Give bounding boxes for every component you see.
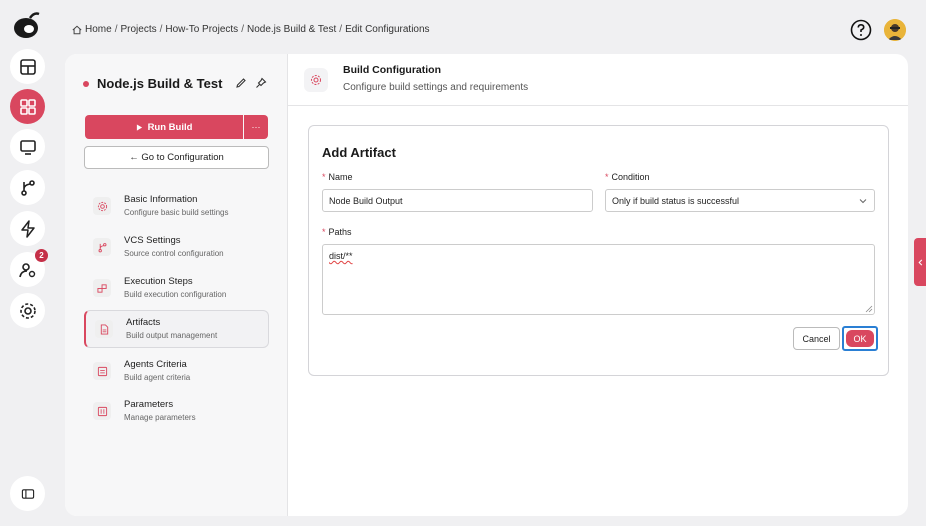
menu-item-label: Execution Steps [124, 276, 193, 287]
breadcrumb-project[interactable]: Node.js Build & Test [247, 24, 336, 35]
required-marker: * [322, 227, 326, 237]
edit-pencil-icon[interactable] [235, 76, 247, 88]
chevron-down-icon [859, 199, 867, 204]
menu-item-label: Parameters [124, 399, 174, 410]
content-header: Build Configuration Configure build sett… [288, 54, 908, 106]
status-dot [83, 80, 89, 87]
menu-item-description: Build execution configuration [124, 290, 227, 299]
menu-item-description: Source control configuration [124, 249, 224, 258]
add-artifact-card: Add Artifact * Name Node Build Output * Co… [308, 125, 889, 376]
page-subtitle: Configure build settings and requirement… [343, 82, 529, 93]
menu-item-label: Basic Information [124, 194, 198, 205]
breadcrumb-separator: / [339, 24, 343, 35]
agent-icon [93, 362, 111, 380]
paths-textarea[interactable]: dist/** [322, 244, 875, 315]
gear-icon [304, 68, 328, 92]
menu-item-label: Artifacts [126, 317, 161, 328]
breadcrumb-how-to-projects[interactable]: How-To Projects [165, 24, 238, 35]
required-marker: * [605, 172, 609, 182]
breadcrumb-separator: / [241, 24, 244, 35]
collapse-panel-tab[interactable] [914, 238, 926, 286]
agents-badge: 2 [35, 249, 48, 262]
required-marker: * [322, 172, 326, 182]
main-panel: Node.js Build & Test Run Build ··· ← Go … [65, 54, 908, 516]
user-avatar[interactable] [884, 19, 906, 41]
paths-value: dist/** [329, 251, 353, 261]
paths-field-label: * Paths [322, 227, 352, 237]
gear-icon [93, 197, 111, 215]
condition-field-label: * Condition [605, 172, 650, 182]
resize-handle-icon[interactable] [865, 305, 873, 313]
agents-icon[interactable]: 2 [10, 249, 48, 287]
home-icon[interactable] [72, 25, 82, 35]
app-logo-icon[interactable] [12, 10, 42, 40]
menu-item-basic-information[interactable]: Basic Information Configure basic build … [84, 188, 269, 226]
breadcrumb-separator: / [114, 24, 118, 35]
pin-icon[interactable] [255, 76, 267, 88]
parameters-icon [93, 402, 111, 420]
breadcrumb-home[interactable]: Home [85, 24, 112, 35]
vcs-icon[interactable] [10, 170, 45, 205]
breadcrumb-current: Edit Configurations [345, 24, 430, 35]
monitor-icon[interactable] [10, 129, 45, 164]
breadcrumb: Home / Projects / How-To Projects / Node… [72, 24, 430, 35]
name-field-value: Node Build Output [329, 195, 403, 206]
project-title: Node.js Build & Test [97, 76, 223, 91]
play-icon [136, 123, 142, 131]
config-sidebar: Node.js Build & Test Run Build ··· ← Go … [65, 54, 288, 516]
menu-item-description: Build output management [126, 331, 218, 340]
ok-button[interactable]: OK [842, 326, 878, 351]
page-title: Build Configuration [343, 64, 441, 76]
menu-item-description: Manage parameters [124, 413, 196, 422]
menu-item-vcs-settings[interactable]: VCS Settings Source control configuratio… [84, 229, 269, 267]
go-to-configuration-button[interactable]: ← Go to Configuration [84, 146, 269, 169]
run-options-button[interactable]: ··· [244, 115, 268, 139]
run-build-label: Run Build [147, 121, 193, 133]
help-icon[interactable] [850, 19, 872, 41]
branch-icon [93, 238, 111, 256]
settings-gear-icon[interactable] [10, 293, 45, 328]
name-field[interactable]: Node Build Output [322, 189, 593, 212]
menu-item-execution-steps[interactable]: Execution Steps Build execution configur… [84, 270, 269, 308]
projects-icon[interactable] [10, 89, 45, 124]
menu-item-description: Build agent criteria [124, 373, 191, 382]
run-build-button[interactable]: Run Build [85, 115, 243, 139]
name-field-label: * Name [322, 172, 353, 182]
condition-select[interactable]: Only if build status is successful [605, 189, 875, 212]
menu-item-description: Configure basic build settings [124, 208, 229, 217]
breadcrumb-projects[interactable]: Projects [120, 24, 156, 35]
menu-item-agents-criteria[interactable]: Agents Criteria Build agent criteria [84, 353, 269, 391]
chevron-left-icon [917, 259, 922, 265]
condition-select-value: Only if build status is successful [612, 195, 740, 206]
project-title-row: Node.js Build & Test [83, 76, 222, 91]
breadcrumb-separator: / [159, 24, 163, 35]
dashboard-icon[interactable] [10, 49, 45, 84]
card-title: Add Artifact [322, 145, 396, 160]
ok-button-label: OK [846, 330, 874, 347]
file-icon [95, 320, 113, 338]
menu-item-label: Agents Criteria [124, 359, 187, 370]
menu-item-parameters[interactable]: Parameters Manage parameters [84, 393, 269, 431]
cancel-button[interactable]: Cancel [793, 327, 840, 350]
steps-icon [93, 279, 111, 297]
menu-item-label: VCS Settings [124, 235, 181, 246]
sidebar-toggle-icon[interactable] [10, 476, 45, 511]
menu-item-artifacts[interactable]: Artifacts Build output management [84, 310, 269, 348]
lightning-icon[interactable] [10, 211, 45, 246]
left-nav-rail: 2 [0, 0, 54, 526]
